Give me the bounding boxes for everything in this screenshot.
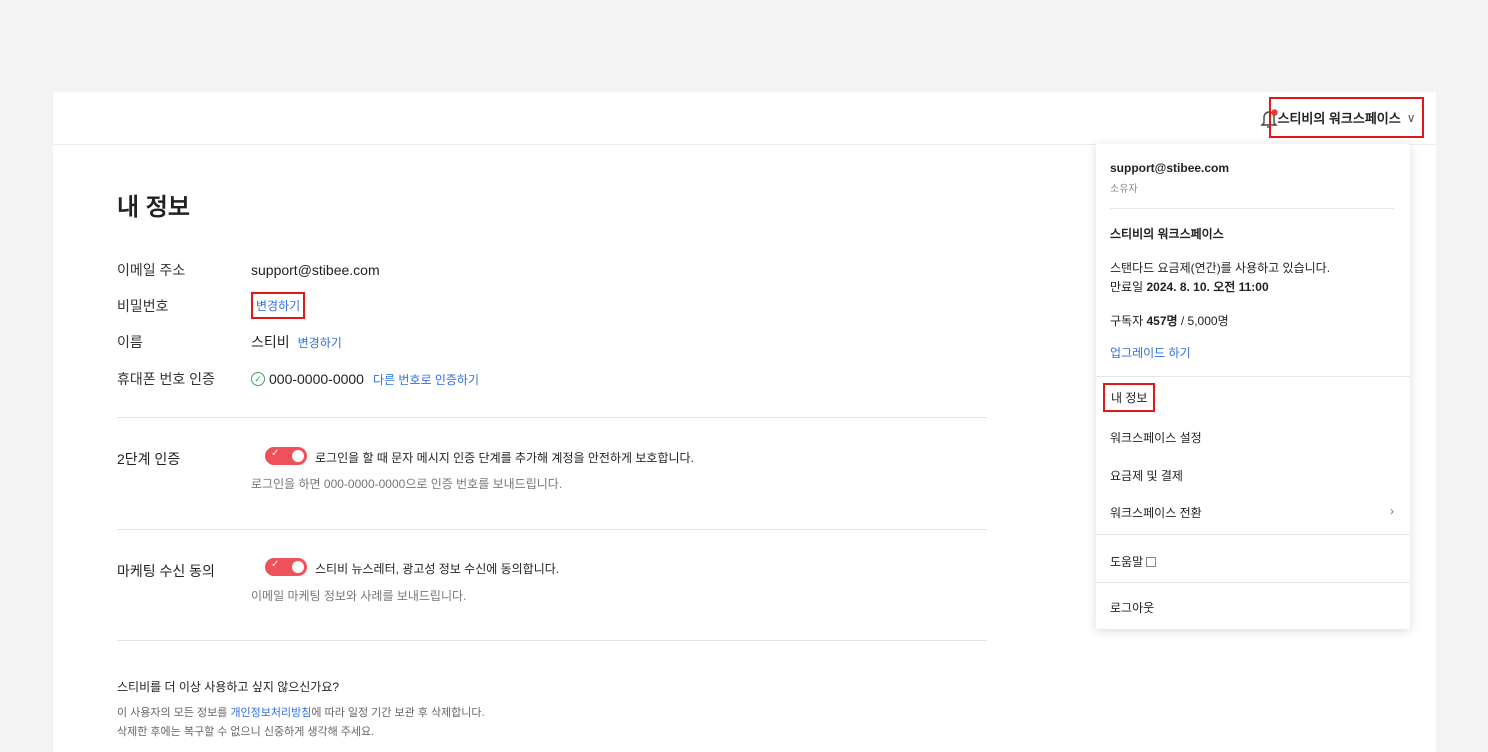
marketing-sub: 이메일 마케팅 정보와 사례를 보내드립니다. (251, 589, 467, 603)
divider (117, 640, 987, 641)
divider (117, 529, 987, 530)
two-factor-toggle[interactable]: ✓ (265, 447, 307, 465)
menu-subs-label: 구독자 (1110, 314, 1147, 328)
leave-question: 스티비를 더 이상 사용하고 싶지 않으신가요? (117, 680, 340, 694)
chevron-down-icon: ∨ (1406, 110, 1416, 125)
menu-expire: 만료일 2024. 8. 10. 오전 11:00 (1110, 278, 1269, 295)
two-factor-label: 2단계 인증 (117, 451, 181, 467)
marketing-text: 스티비 뉴스레터, 광고성 정보 수신에 동의합니다. (315, 562, 560, 576)
external-link-icon (1146, 557, 1157, 567)
toggle-check-icon: ✓ (271, 448, 280, 459)
menu-email: support@stibee.com (1110, 161, 1230, 175)
menu-expire-value: 2024. 8. 10. 오전 11:00 (1146, 280, 1269, 294)
workspace-button-label: 스티비의 워크스페이스 (1277, 111, 1401, 126)
email-label: 이메일 주소 (117, 262, 186, 278)
name-change-link[interactable]: 변경하기 (298, 334, 342, 351)
email-row: 이메일 주소 support@stibee.com (117, 260, 380, 280)
name-value: 스티비 (251, 334, 290, 350)
email-value: support@stibee.com (251, 262, 380, 278)
menu-item-help[interactable]: 도움말 (1110, 553, 1157, 570)
leave-warning: 삭제한 후에는 복구할 수 없으니 신중하게 생각해 주세요. (117, 726, 375, 738)
menu-item-workspace-settings[interactable]: 워크스페이스 설정 (1110, 429, 1202, 446)
top-bar: 스티비의 워크스페이스 ∨ (53, 92, 1436, 145)
menu-expire-label: 만료일 (1110, 280, 1147, 294)
marketing-toggle[interactable]: ✓ (265, 558, 307, 576)
menu-workspace-name: 스티비의 워크스페이스 (1110, 227, 1224, 241)
password-row: 비밀번호 변경하기 (117, 292, 306, 319)
menu-divider (1096, 534, 1410, 535)
toggle-knob (292, 450, 304, 462)
menu-divider (1110, 208, 1394, 209)
phone-value: 000-0000-0000 (269, 371, 364, 387)
leave-notice-suffix: 에 따라 일정 기간 보관 후 삭제합니다. (311, 707, 485, 719)
two-factor-text: 로그인을 할 때 문자 메시지 인증 단계를 추가해 계정을 안전하게 보호합니… (315, 451, 694, 465)
name-label: 이름 (117, 334, 143, 350)
page-title: 내 정보 (117, 194, 190, 221)
account-dropdown-menu: support@stibee.com 소유자 스티비의 워크스페이스 스탠다드 … (1096, 144, 1410, 629)
privacy-policy-link[interactable]: 개인정보처리방침 (230, 707, 311, 719)
workspace-menu-button[interactable]: 스티비의 워크스페이스 ∨ (1269, 97, 1424, 138)
menu-plan: 스탠다드 요금제(연간)를 사용하고 있습니다. (1110, 261, 1331, 275)
toggle-check-icon: ✓ (271, 559, 280, 570)
name-row: 이름 스티비 변경하기 (117, 332, 342, 352)
divider (117, 417, 987, 418)
two-factor-sub: 로그인을 하면 000-0000-0000으로 인증 번호를 보내드립니다. (251, 477, 563, 491)
menu-item-my-info[interactable]: 내 정보 (1103, 383, 1156, 412)
leave-notice-prefix: 이 사용자의 모든 정보를 (117, 707, 231, 719)
menu-subs-count: 457명 (1146, 314, 1178, 328)
menu-subs-limit: / 5,000명 (1177, 314, 1229, 328)
password-change-link[interactable]: 변경하기 (251, 292, 306, 319)
password-label: 비밀번호 (117, 297, 169, 314)
chevron-right-icon: › (1390, 504, 1394, 518)
toggle-knob (292, 561, 304, 573)
menu-item-billing[interactable]: 요금제 및 결제 (1110, 467, 1183, 484)
menu-divider (1096, 376, 1410, 377)
menu-divider (1096, 582, 1410, 583)
menu-item-workspace-switch[interactable]: 워크스페이스 전환 (1110, 504, 1202, 521)
menu-subscribers: 구독자 457명 / 5,000명 (1110, 312, 1229, 329)
leave-notice: 이 사용자의 모든 정보를 개인정보처리방침에 따라 일정 기간 보관 후 삭제… (117, 704, 485, 720)
phone-row: 휴대폰 번호 인증 ✓ 000-0000-0000 다른 번호로 인증하기 (117, 369, 479, 389)
menu-role: 소유자 (1110, 184, 1138, 195)
verified-check-icon: ✓ (251, 372, 265, 386)
phone-change-link[interactable]: 다른 번호로 인증하기 (373, 371, 479, 388)
menu-upgrade-link[interactable]: 업그레이드 하기 (1110, 344, 1191, 361)
phone-label: 휴대폰 번호 인증 (117, 371, 215, 387)
marketing-label: 마케팅 수신 동의 (117, 563, 215, 579)
menu-help-label: 도움말 (1110, 555, 1144, 569)
menu-item-logout[interactable]: 로그아웃 (1110, 599, 1154, 616)
